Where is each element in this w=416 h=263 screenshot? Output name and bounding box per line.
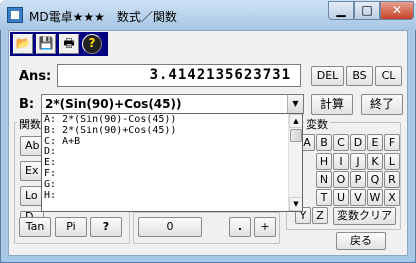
exit-button[interactable]: 終了 <box>361 94 403 115</box>
clear-button[interactable]: CL <box>375 66 402 86</box>
del-button[interactable]: DEL <box>311 66 344 86</box>
var-key-u[interactable]: U <box>333 189 349 206</box>
minimize-button[interactable]: ▁ <box>328 1 354 20</box>
title-bar[interactable]: MD電卓★★★ 数式／関数 ▁ □ ✕ <box>0 0 416 30</box>
variable-group-title: 変数 <box>304 116 330 132</box>
var-key-w[interactable]: W <box>367 189 383 206</box>
var-key-j[interactable]: J <box>350 153 366 170</box>
var-key-h[interactable]: H <box>316 153 332 170</box>
dropdown-items: A: 2*(Sin(90)-Cos(45)) B: 2*(Sin(90)+Cos… <box>44 115 288 201</box>
list-item[interactable]: A: 2*(Sin(90)-Cos(45)) <box>44 115 288 126</box>
var-key-e[interactable]: E <box>367 134 383 151</box>
close-button[interactable]: ✕ <box>380 1 414 20</box>
function-group-title: 関数 <box>17 116 43 132</box>
var-key-t[interactable]: T <box>316 189 332 206</box>
list-item[interactable]: C: A+B <box>44 137 288 148</box>
var-key-q[interactable]: Q <box>367 171 383 188</box>
list-item[interactable]: E: <box>44 158 288 169</box>
var-key-r[interactable]: R <box>384 171 400 188</box>
help-icon[interactable]: ? <box>82 34 102 54</box>
save-disk-icon[interactable]: 💾 <box>36 34 56 54</box>
var-key-k[interactable]: K <box>367 153 383 170</box>
pi-button[interactable]: Pi <box>55 217 87 237</box>
scroll-up-icon[interactable]: ▲ <box>289 114 302 128</box>
zero-button[interactable]: 0 <box>138 217 202 237</box>
ans-display: 3.4142135623731 <box>57 64 301 87</box>
expr-dropdown-list[interactable]: A: 2*(Sin(90)-Cos(45)) B: 2*(Sin(90)+Cos… <box>41 113 303 212</box>
expr-combobox[interactable]: 2*(Sin(90)+Cos(45)) ▼ <box>41 94 304 114</box>
clear-variables-button[interactable]: 変数クリア <box>333 207 396 225</box>
var-key-o[interactable]: O <box>333 171 349 188</box>
var-key-d[interactable]: D <box>350 134 366 151</box>
calculate-button[interactable]: 計算 <box>311 94 353 115</box>
app-icon <box>7 7 23 23</box>
var-key-i[interactable]: I <box>333 153 349 170</box>
var-key-n[interactable]: N <box>316 171 332 188</box>
var-key-p[interactable]: P <box>350 171 366 188</box>
open-folder-icon[interactable]: 📂 <box>13 34 33 54</box>
list-item[interactable]: H: <box>44 191 288 202</box>
scrollbar-thumb[interactable] <box>290 129 302 142</box>
var-key-x[interactable]: X <box>384 189 400 206</box>
var-key-c[interactable]: C <box>333 134 349 151</box>
print-icon[interactable]: 🖶 <box>59 34 79 54</box>
list-item[interactable]: G: <box>44 180 288 191</box>
list-item[interactable]: F: <box>44 169 288 180</box>
list-item[interactable]: D: <box>44 147 288 158</box>
backspace-button[interactable]: BS <box>346 66 373 86</box>
toolbar: 📂 💾 🖶 ? <box>10 32 108 56</box>
maximize-button[interactable]: □ <box>354 1 380 20</box>
window-title: MD電卓★★★ 数式／関数 <box>29 10 177 24</box>
scroll-down-icon[interactable]: ▼ <box>289 197 302 211</box>
back-button[interactable]: 戻る <box>336 232 386 250</box>
decimal-button[interactable]: . <box>229 217 251 237</box>
plus-button[interactable]: + <box>254 217 276 237</box>
help-button[interactable]: ? <box>90 217 122 237</box>
expr-register-label: B: <box>19 97 35 112</box>
dropdown-scrollbar[interactable]: ▲ ▼ <box>288 114 302 211</box>
var-key-l[interactable]: L <box>384 153 400 170</box>
tan-button[interactable]: Tan <box>19 217 51 237</box>
var-key-v[interactable]: V <box>350 189 366 206</box>
chevron-down-icon[interactable]: ▼ <box>287 95 303 113</box>
expr-input[interactable]: 2*(Sin(90)+Cos(45)) <box>45 96 181 112</box>
var-key-f[interactable]: F <box>384 134 400 151</box>
list-item[interactable]: B: 2*(Sin(90)+Cos(45)) <box>44 126 288 137</box>
var-key-b[interactable]: B <box>316 134 332 151</box>
ans-label: Ans: <box>19 69 52 84</box>
var-key-z[interactable]: Z <box>312 207 328 224</box>
